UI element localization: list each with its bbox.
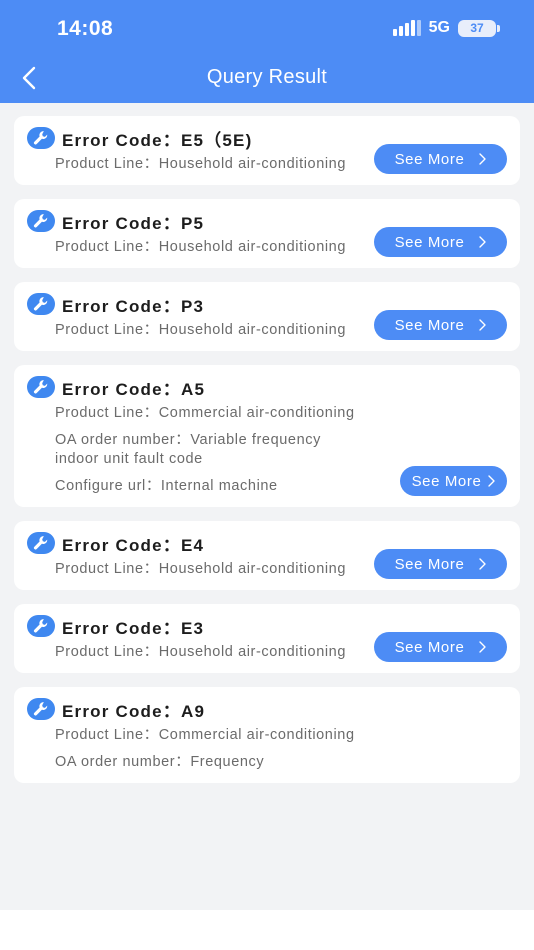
error-icon-badge [27,532,55,554]
error-code: Error Code：E5（5E) [62,130,253,150]
wrench-icon [33,619,48,633]
error-code: Error Code：E3 [62,618,205,638]
see-more-label: See More [394,150,465,168]
see-more-button[interactable]: See More [374,549,507,579]
battery-icon: 37 [458,19,500,37]
error-icon-badge [27,127,55,149]
battery-level: 37 [470,21,484,35]
see-more-label: See More [394,555,465,573]
wrench-icon [33,214,48,228]
result-list: Error Code：E5（5E) Product Line：Household … [14,116,520,910]
error-code: Error Code：A5 [62,379,206,399]
page-title: Query Result [206,66,328,88]
wrench-icon [33,131,48,145]
see-more-label: See More [394,233,465,251]
status-indicators: 5G 37 [392,19,500,37]
result-card: Error Code：P5 Product Line：Household air-… [14,199,520,268]
result-detail: Product Line：Household air-conditioning [55,156,347,172]
chevron-right-icon [488,475,496,487]
status-time: 14:08 [57,17,114,40]
see-more-button[interactable]: See More [400,466,507,496]
result-card: Error Code：E3 Product Line：Household air-… [14,604,520,673]
error-code: Error Code：P3 [62,296,205,316]
chevron-right-icon [479,319,487,331]
see-more-button[interactable]: See More [374,310,507,340]
see-more-button[interactable]: See More [374,632,507,662]
error-code: Error Code：E4 [62,535,205,555]
result-detail: Configure url：Internal machine [55,478,278,494]
result-detail: OA order number：Variable frequency indoo… [55,432,321,467]
result-detail: Product Line：Commercial air-conditioning [55,405,355,421]
error-icon-badge [27,376,55,398]
error-code: Error Code：A9 [62,701,206,721]
result-card: Error Code：E5（5E) Product Line：Household … [14,116,520,185]
error-icon-badge [27,698,55,720]
code-row: Error Code：A5 [27,376,506,399]
result-detail: Product Line：Household air-conditioning [55,644,347,660]
result-detail: OA order number：Frequency [55,754,265,770]
see-more-button[interactable]: See More [374,144,507,174]
error-icon-badge [27,615,55,637]
result-card: Error Code：A9 Product Line：Commercial air… [14,687,520,783]
bottom-area [0,910,534,950]
result-card: Error Code：E4 Product Line：Household air-… [14,521,520,590]
wrench-icon [33,297,48,311]
result-detail: Product Line：Commercial air-conditioning [55,727,355,743]
result-card: Error Code：A5 Product Line：Commercial air… [14,365,520,507]
code-row: Error Code：A9 [27,698,506,721]
chevron-right-icon [479,153,487,165]
chevron-right-icon [479,236,487,248]
signal-icon [392,20,421,36]
error-icon-badge [27,293,55,315]
result-detail: Product Line：Household air-conditioning [55,322,347,338]
wrench-icon [33,702,48,716]
error-icon-badge [27,210,55,232]
chevron-right-icon [479,558,487,570]
result-card: Error Code：P3 Product Line：Household air-… [14,282,520,351]
see-more-label: See More [394,638,465,656]
chevron-right-icon [479,641,487,653]
see-more-label: See More [394,316,465,334]
app-header: 14:08 5G 37 Query Result [0,0,534,103]
wrench-icon [33,536,48,550]
network-type: 5G [428,19,450,36]
see-more-label: See More [411,472,482,490]
error-code: Error Code：P5 [62,213,205,233]
result-detail: Product Line：Household air-conditioning [55,239,347,255]
result-detail: Product Line：Household air-conditioning [55,561,347,577]
wrench-icon [33,380,48,394]
see-more-button[interactable]: See More [374,227,507,257]
